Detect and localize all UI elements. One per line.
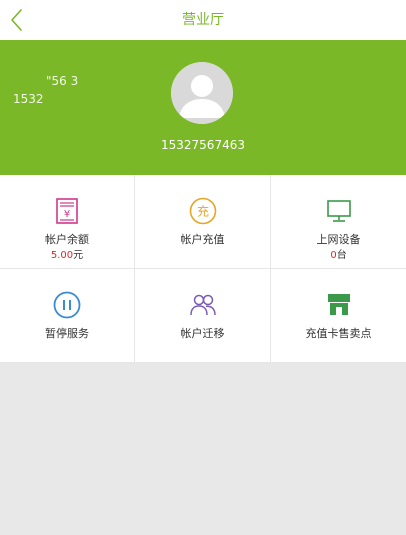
ghost-text-2: 1532 [13, 92, 44, 106]
service-menu-grid: ¥ 帐户余额 5.00元 充 帐户充值 上网设备 0台 暂停服务 帐户迁移 充值… [0, 175, 406, 363]
menu-label: 帐户余额 [45, 233, 89, 246]
balance-value: 5.00元 [0, 246, 134, 261]
store-icon [325, 291, 353, 319]
menu-label: 暂停服务 [45, 327, 89, 340]
pause-circle-icon [53, 291, 81, 319]
menu-account-balance[interactable]: ¥ 帐户余额 5.00元 [0, 175, 135, 269]
top-nav-bar: 营业厅 [0, 0, 406, 40]
user-silhouette-icon [171, 62, 233, 124]
balance-amount: 5.00 [50, 250, 74, 261]
menu-card-sales-point[interactable]: 充值卡售卖点 [271, 269, 406, 363]
recharge-coin-icon: 充 [189, 197, 217, 225]
devices-unit: 台 [336, 250, 347, 261]
phone-number: 15327567463 [161, 138, 245, 152]
page-title: 营业厅 [182, 12, 224, 28]
menu-online-devices[interactable]: 上网设备 0台 [271, 175, 406, 269]
balance-doc-icon: ¥ [53, 197, 81, 225]
users-icon [189, 291, 217, 319]
profile-banner: "56 3 1532 15327567463 [0, 40, 406, 175]
menu-label: 充值卡售卖点 [305, 327, 372, 340]
svg-text:¥: ¥ [64, 209, 70, 220]
svg-text:充: 充 [196, 204, 208, 219]
menu-label: 上网设备 [316, 233, 361, 246]
menu-account-migrate[interactable]: 帐户迁移 [135, 269, 271, 363]
menu-label: 帐户充值 [180, 233, 225, 246]
ghost-text-1: "56 3 [46, 74, 79, 88]
devices-value: 0台 [271, 246, 406, 261]
avatar[interactable] [171, 62, 233, 124]
menu-pause-service[interactable]: 暂停服务 [0, 269, 135, 363]
monitor-icon [325, 197, 353, 225]
menu-label: 帐户迁移 [180, 327, 225, 340]
balance-unit: 元 [73, 250, 84, 261]
menu-account-recharge[interactable]: 充 帐户充值 [135, 175, 271, 269]
